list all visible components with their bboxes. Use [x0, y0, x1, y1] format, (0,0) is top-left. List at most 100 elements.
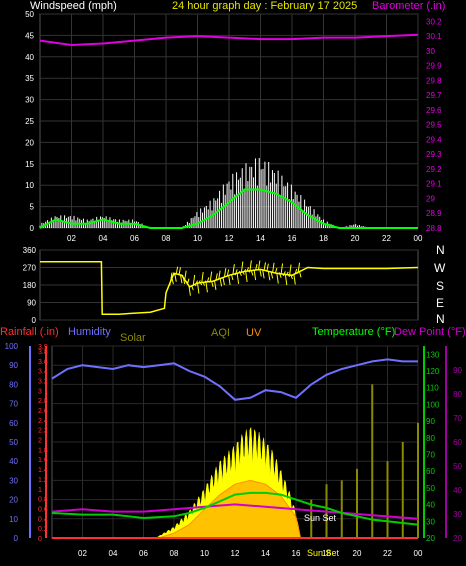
dew-axis-title: Dew Point (°F)	[394, 326, 466, 338]
dir-tick-0: 0	[32, 316, 37, 325]
wind-tick-5: 25	[25, 117, 34, 126]
humidity-tick-3: 30	[9, 476, 18, 485]
weather-graph: Windspeed (mph) 24 hour graph day : Febr…	[0, 0, 466, 558]
wind-tick-3: 15	[25, 160, 34, 169]
wind-xtick-2: 06	[130, 234, 139, 243]
temp-tick-9: 110	[426, 384, 439, 393]
wind-tick-8: 40	[25, 53, 34, 62]
baro-tick-9: 29.7	[426, 91, 442, 100]
multi-xtick-4: 10	[200, 549, 209, 558]
temp-tick-11: 130	[426, 350, 440, 359]
uv-label: UV	[246, 327, 262, 339]
dew-tick-5: 70	[453, 414, 462, 423]
temp-tick-2: 40	[426, 501, 435, 510]
multi-xtick-7: 16	[292, 549, 301, 558]
wind-tick-6: 30	[25, 96, 34, 105]
humidity-tick-8: 80	[9, 380, 18, 389]
multi-xtick-11: 00	[414, 549, 423, 558]
dew-tick-4: 60	[453, 438, 462, 447]
baro-axis-title: Barometer (.in)	[372, 0, 445, 12]
dew-tick-3: 50	[453, 462, 462, 471]
wind-xtick-3: 08	[162, 234, 171, 243]
temp-axis-title: Temperature (°F)	[312, 326, 395, 338]
dir-tick-2: 180	[23, 281, 37, 290]
wind-xtick-11: 00	[414, 234, 423, 243]
temp-tick-8: 100	[426, 400, 440, 409]
dir-label-e: E	[436, 296, 444, 310]
rain-axis-title: Rainfall (.in)	[0, 326, 59, 338]
wind-xtick-9: 20	[351, 234, 360, 243]
multi-xtick-1: 04	[109, 549, 118, 558]
rain-tick-15: 3	[38, 388, 42, 395]
solar-label: Solar	[120, 332, 146, 344]
dir-label-n-top: N	[436, 243, 445, 257]
aqi-label: AQI	[211, 327, 230, 339]
wind-tick-0: 0	[30, 224, 35, 233]
direction-jitter	[208, 281, 211, 283]
multi-xtick-2: 06	[139, 549, 148, 558]
wind-axis-title: Windspeed (mph)	[30, 0, 117, 12]
temp-tick-6: 80	[426, 434, 435, 443]
baro-tick-6: 29.4	[426, 135, 442, 144]
wind-tick-4: 20	[25, 138, 34, 147]
wind-xtick-5: 12	[225, 234, 234, 243]
baro-tick-1: 28.9	[426, 209, 442, 218]
rain-tick-0: 0	[38, 536, 42, 543]
wind-xtick-6: 14	[256, 234, 265, 243]
baro-tick-10: 29.8	[426, 76, 442, 85]
chart-title: 24 hour graph day : February 17 2025	[172, 0, 357, 12]
dir-tick-1: 90	[27, 299, 36, 308]
baro-tick-5: 29.3	[426, 150, 442, 159]
temp-tick-0: 20	[426, 534, 435, 543]
dew-tick-2: 40	[453, 486, 462, 495]
dew-tick-6: 80	[453, 390, 462, 399]
humidity-tick-10: 100	[5, 342, 19, 351]
humidity-tick-9: 90	[9, 361, 18, 370]
humidity-tick-1: 10	[9, 515, 18, 524]
humidity-tick-2: 20	[9, 496, 18, 505]
sunset-label: Sun Set	[304, 513, 337, 523]
multi-xtick-9: 20	[353, 549, 362, 558]
wind-xtick-0: 02	[67, 234, 76, 243]
wind-tick-10: 50	[25, 10, 34, 19]
wind-tick-9: 45	[25, 31, 34, 40]
multi-xtick-10: 22	[383, 549, 392, 558]
dir-tick-3: 270	[23, 264, 37, 273]
baro-tick-11: 29.9	[426, 62, 442, 71]
humidity-tick-0: 0	[14, 534, 19, 543]
multi-xtick-0: 02	[78, 549, 87, 558]
humidity-tick-7: 70	[9, 400, 18, 409]
wind-xtick-8: 18	[319, 234, 328, 243]
sunset-axis-label: Sun Set	[307, 548, 340, 558]
rain-tick-5: 1	[38, 487, 42, 494]
dew-tick-0: 20	[453, 534, 462, 543]
temp-tick-10: 120	[426, 367, 440, 376]
humidity-tick-6: 60	[9, 419, 18, 428]
baro-tick-2: 29	[426, 194, 435, 203]
wind-xtick-4: 10	[193, 234, 202, 243]
dew-tick-7: 90	[453, 366, 462, 375]
dir-label-n-bottom: N	[436, 312, 445, 326]
dir-tick-4: 360	[23, 246, 37, 255]
baro-tick-8: 29.6	[426, 106, 442, 115]
rain-tick-10: 2	[38, 438, 42, 445]
wind-tick-1: 5	[30, 203, 35, 212]
baro-tick-14: 30.2	[426, 17, 442, 26]
baro-tick-4: 29.2	[426, 165, 442, 174]
dew-tick-1: 30	[453, 510, 462, 519]
humidity-tick-5: 50	[9, 438, 18, 447]
dir-label-s: S	[436, 279, 444, 293]
wind-xtick-7: 16	[288, 234, 297, 243]
temp-tick-7: 90	[426, 417, 435, 426]
humidity-tick-4: 40	[9, 457, 18, 466]
wind-xtick-10: 22	[382, 234, 391, 243]
multi-xtick-5: 12	[231, 549, 240, 558]
dir-label-w: W	[434, 261, 446, 275]
multi-xtick-6: 14	[261, 549, 270, 558]
wind-tick-2: 10	[25, 181, 34, 190]
humidity-axis-title: Humidity	[68, 326, 111, 338]
baro-tick-12: 30	[426, 47, 435, 56]
baro-tick-0: 28.8	[426, 224, 442, 233]
multi-xtick-3: 08	[170, 549, 179, 558]
wind-tick-7: 35	[25, 74, 34, 83]
